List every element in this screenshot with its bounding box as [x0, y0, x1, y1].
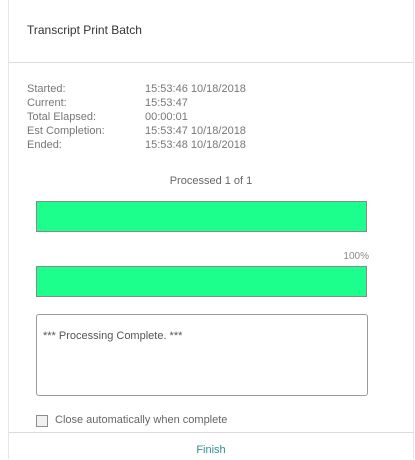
dialog-title: Transcript Print Batch	[27, 23, 142, 37]
batch-stats: Started: 15:53:46 10/18/2018 Current: 15…	[27, 82, 407, 152]
stat-label: Est Completion:	[27, 125, 105, 137]
log-output[interactable]: *** Processing Complete. ***	[36, 314, 368, 396]
stat-value: 15:53:48 10/18/2018	[145, 139, 246, 151]
overall-percent: 100%	[343, 251, 369, 262]
overall-progress-fill	[37, 267, 366, 296]
item-progress-fill	[37, 202, 366, 231]
finish-button[interactable]: Finish	[9, 444, 413, 456]
log-text: *** Processing Complete. ***	[43, 330, 183, 342]
stat-value: 15:53:47	[145, 97, 188, 109]
close-auto-label[interactable]: Close automatically when complete	[55, 414, 227, 426]
stat-row-ended: Ended: 15:53:48 10/18/2018	[27, 138, 407, 152]
close-auto-checkbox[interactable]	[36, 415, 48, 427]
stat-row-est-completion: Est Completion: 15:53:47 10/18/2018	[27, 124, 407, 138]
stat-label: Current:	[27, 97, 67, 109]
stat-label: Ended:	[27, 139, 62, 151]
overall-progress-bar	[36, 266, 367, 297]
stat-row-current: Current: 15:53:47	[27, 96, 407, 110]
stat-value: 00:00:01	[145, 111, 188, 123]
stat-value: 15:53:46 10/18/2018	[145, 83, 246, 95]
dialog-footer: Finish	[9, 432, 413, 460]
stat-label: Started:	[27, 83, 66, 95]
batch-dialog: Transcript Print Batch Started: 15:53:46…	[8, 0, 414, 459]
dialog-header: Transcript Print Batch	[9, 0, 413, 63]
processed-count: Processed 1 of 1	[169, 175, 253, 187]
item-progress-bar	[36, 201, 367, 232]
stat-value: 15:53:47 10/18/2018	[145, 125, 246, 137]
stat-row-total-elapsed: Total Elapsed: 00:00:01	[27, 110, 407, 124]
stat-row-started: Started: 15:53:46 10/18/2018	[27, 82, 407, 96]
stat-label: Total Elapsed:	[27, 111, 97, 123]
